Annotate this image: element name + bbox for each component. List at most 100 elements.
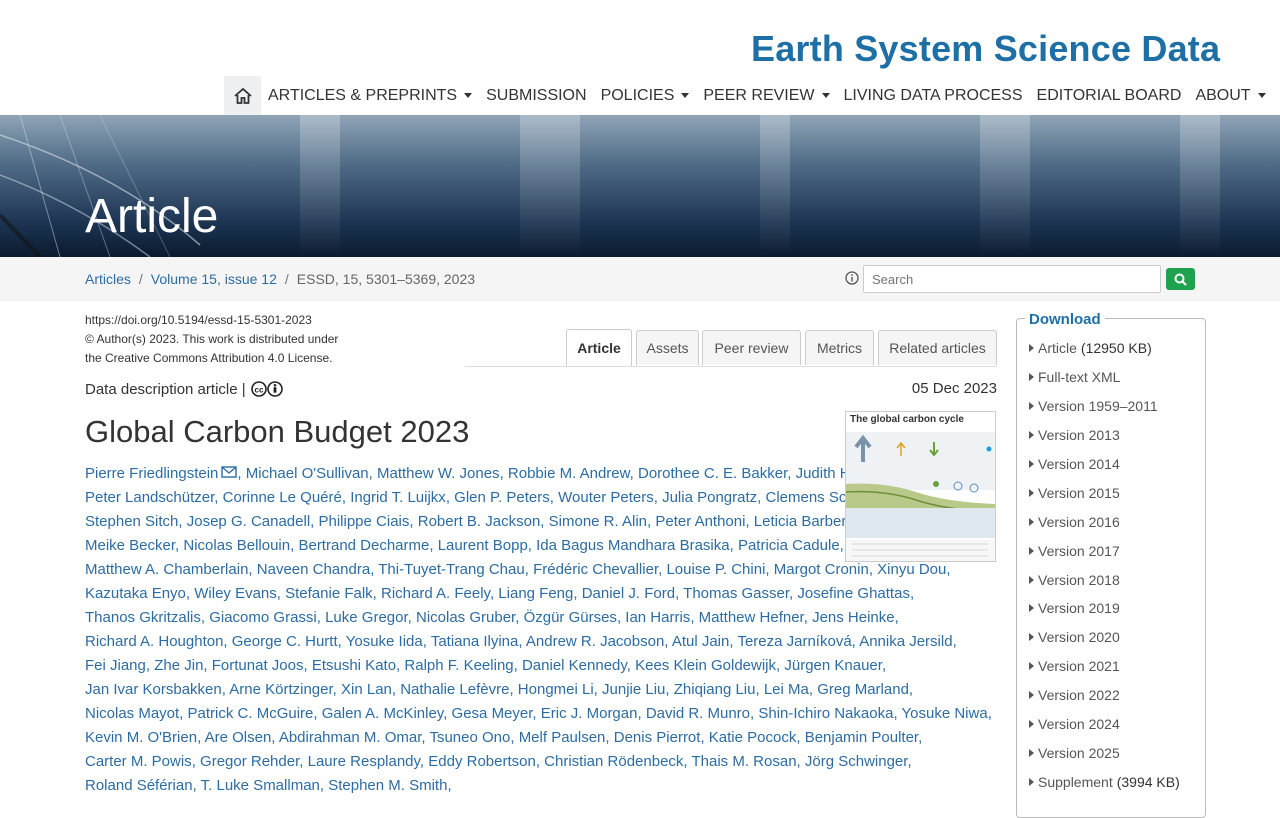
search-button[interactable] [1166, 268, 1195, 290]
author-link[interactable]: Abdirahman M. Omar [279, 729, 422, 746]
author-link[interactable]: Thanos Gkritzalis [85, 609, 201, 626]
download-item-version-2021[interactable]: Version 2021 [1029, 652, 1180, 681]
author-link[interactable]: Xin Lan [341, 681, 392, 698]
author-link[interactable]: Josefine Ghattas [797, 585, 910, 602]
author-link[interactable]: Katie Pocock [709, 729, 797, 746]
author-link[interactable]: Gesa Meyer [452, 705, 533, 722]
author-link[interactable]: Leticia Barbero [754, 513, 855, 530]
author-link[interactable]: Naveen Chandra [257, 561, 370, 578]
author-link[interactable]: Meike Becker [85, 537, 175, 554]
author-link[interactable]: Margot Cronin [774, 561, 869, 578]
author-link[interactable]: Laurent Bopp [438, 537, 528, 554]
author-link[interactable]: Laure Resplandy [308, 753, 420, 770]
search-input[interactable] [863, 265, 1161, 293]
author-link[interactable]: Galen A. McKinley [322, 705, 443, 722]
author-link[interactable]: Are Olsen [205, 729, 272, 746]
author-link[interactable]: Josep G. Canadell [187, 513, 310, 530]
author-link[interactable]: Jan Ivar Korsbakken [85, 681, 222, 698]
author-link[interactable]: Özgür Gürses [524, 609, 617, 626]
author-link[interactable]: Kevin M. O'Brien [85, 729, 197, 746]
author-link[interactable]: Christian Rödenbeck [544, 753, 683, 770]
author-link[interactable]: Ian Harris [625, 609, 690, 626]
tab-related-articles[interactable]: Related articles [878, 330, 997, 365]
author-link[interactable]: Robbie M. Andrew [508, 465, 630, 482]
author-link[interactable]: Ingrid T. Luijkx [350, 489, 446, 506]
author-link[interactable]: Tatiana Ilyina [431, 633, 519, 650]
author-link[interactable]: Hongmei Li [518, 681, 594, 698]
author-link[interactable]: Nicolas Gruber [416, 609, 515, 626]
nav-about[interactable]: ABOUT [1188, 76, 1272, 115]
author-link[interactable]: Tsuneo Ono [429, 729, 510, 746]
author-link[interactable]: Kees Klein Goldewijk [635, 657, 776, 674]
author-link[interactable]: Wiley Evans [194, 585, 277, 602]
author-link[interactable]: Junjie Liu [602, 681, 665, 698]
author-link[interactable]: Xinyu Dou [877, 561, 946, 578]
author-link[interactable]: Daniel J. Ford [582, 585, 675, 602]
author-link[interactable]: Jürgen Knauer [784, 657, 882, 674]
breadcrumb-volume[interactable]: Volume 15, issue 12 [151, 271, 277, 287]
author-link[interactable]: Daniel Kennedy [522, 657, 627, 674]
author-link[interactable]: Benjamin Poulter [805, 729, 918, 746]
author-link[interactable]: Etsushi Kato [312, 657, 396, 674]
author-link[interactable]: Michael O'Sullivan [246, 465, 369, 482]
author-link[interactable]: Glen P. Peters [454, 489, 550, 506]
author-link[interactable]: Peter Landschützer [85, 489, 214, 506]
author-link[interactable]: Atul Jain [672, 633, 730, 650]
author-link[interactable]: Kazutaka Enyo [85, 585, 186, 602]
author-link[interactable]: Nicolas Mayot [85, 705, 179, 722]
nav-editorial-board[interactable]: EDITORIAL BOARD [1030, 76, 1189, 115]
download-item-full-text-xml[interactable]: Full-text XML [1029, 363, 1180, 392]
tab-assets[interactable]: Assets [636, 330, 699, 365]
author-link[interactable]: Stephen Sitch [85, 513, 178, 530]
author-link[interactable]: Roland Séférian [85, 777, 193, 794]
author-link[interactable]: Jörg Schwinger [805, 753, 908, 770]
download-item-version-2024[interactable]: Version 2024 [1029, 710, 1180, 739]
author-link[interactable]: Yosuke Niwa [902, 705, 988, 722]
author-link[interactable]: Eric J. Morgan [541, 705, 638, 722]
author-link[interactable]: David R. Munro [646, 705, 750, 722]
journal-title[interactable]: Earth System Science Data [751, 28, 1220, 70]
author-link[interactable]: Dorothee C. E. Bakker [638, 465, 787, 482]
nav-articles-preprints[interactable]: ARTICLES & PREPRINTS [261, 76, 479, 115]
download-item-version-2013[interactable]: Version 2013 [1029, 421, 1180, 450]
author-link[interactable]: Gregor Rehder [200, 753, 299, 770]
author-link[interactable]: Richard A. Feely [381, 585, 490, 602]
author-link[interactable]: Matthew Hefner [699, 609, 804, 626]
author-link[interactable]: Luke Gregor [325, 609, 408, 626]
breadcrumb-articles[interactable]: Articles [85, 271, 131, 287]
author-link[interactable]: Thomas Gasser [683, 585, 789, 602]
author-link[interactable]: Denis Pierrot [614, 729, 701, 746]
author-link[interactable]: Lei Ma [764, 681, 809, 698]
author-link[interactable]: Arne Körtzinger [229, 681, 332, 698]
author-link[interactable]: Louise P. Chini [666, 561, 765, 578]
author-link[interactable]: Philippe Ciais [319, 513, 410, 530]
author-link[interactable]: Fei Jiang [85, 657, 146, 674]
download-item-version-2019[interactable]: Version 2019 [1029, 594, 1180, 623]
download-item-article[interactable]: Article (12950 KB) [1029, 334, 1180, 363]
download-item-version-2014[interactable]: Version 2014 [1029, 450, 1180, 479]
creative-commons-icon[interactable]: cc [250, 380, 285, 398]
author-link[interactable]: Julia Pongratz [662, 489, 757, 506]
author-link[interactable]: Stefanie Falk [285, 585, 373, 602]
author-link[interactable]: Greg Marland [817, 681, 909, 698]
author-link[interactable]: Thais M. Rosan [692, 753, 797, 770]
author-link[interactable]: Nathalie Lefèvre [400, 681, 509, 698]
author-link[interactable]: Liang Feng [498, 585, 573, 602]
author-link[interactable]: Frédéric Chevallier [533, 561, 658, 578]
author-link[interactable]: Eddy Robertson [428, 753, 536, 770]
download-item-version-2022[interactable]: Version 2022 [1029, 681, 1180, 710]
nav-living-data-process[interactable]: LIVING DATA PROCESS [837, 76, 1030, 115]
author-link[interactable]: Andrew R. Jacobson [526, 633, 664, 650]
author-link[interactable]: T. Luke Smallman [201, 777, 320, 794]
download-item-version-2025[interactable]: Version 2025 [1029, 738, 1180, 767]
author-link[interactable]: Bertrand Decharme [298, 537, 429, 554]
nav-peer-review[interactable]: PEER REVIEW [696, 76, 836, 115]
nav-policies[interactable]: POLICIES [594, 76, 697, 115]
author-link[interactable]: Tereza Jarníková [737, 633, 851, 650]
author-link[interactable]: George C. Hurtt [232, 633, 338, 650]
tab-peer-review[interactable]: Peer review [702, 330, 801, 365]
author-link[interactable]: Simone R. Alin [549, 513, 647, 530]
author-link[interactable]: Patrick C. McGuire [188, 705, 314, 722]
search-info-button[interactable] [845, 271, 859, 290]
author-link[interactable]: Thi-Tuyet-Trang Chau [378, 561, 524, 578]
